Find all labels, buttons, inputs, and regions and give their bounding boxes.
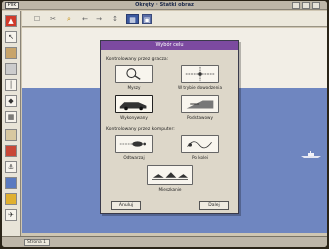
option-basic[interactable]	[181, 95, 219, 113]
status-field: Strona 1	[24, 239, 50, 246]
flag-tool-icon[interactable]	[5, 129, 17, 141]
pointer-tool-icon[interactable]: ↖	[5, 31, 17, 43]
map-tool-icon[interactable]	[5, 47, 17, 59]
tool-vertical-icon[interactable]: ↕	[110, 14, 120, 24]
tool-new-icon[interactable]: ☐	[32, 14, 42, 24]
window-title: Okręty · Statki obraz	[135, 2, 194, 8]
ramp-icon	[186, 100, 214, 109]
car-icon	[119, 102, 147, 111]
magnifier-icon	[126, 68, 141, 80]
line-tool-icon[interactable]: │	[5, 79, 17, 91]
crosshair-icon	[185, 66, 215, 82]
plane-tool-icon[interactable]: ✈	[5, 209, 17, 221]
water-tool-icon[interactable]	[5, 177, 17, 189]
window-tool-icon[interactable]	[5, 63, 17, 75]
option-basic-label: Podstawowy	[187, 115, 213, 120]
tool-cut-icon[interactable]: ✂	[48, 14, 58, 24]
left-tool-strip: ▲ ↖ │ ◆ ▦ ⚓ ✈	[2, 11, 21, 236]
sun-tool-icon[interactable]	[5, 193, 17, 205]
option-replay-label: Odtwarzaj	[123, 155, 145, 160]
option-executed-label: Wykonywany	[120, 115, 148, 120]
close-button[interactable]	[312, 2, 320, 9]
option-sequential[interactable]	[181, 135, 219, 153]
fleet-icon	[152, 172, 188, 180]
option-executed[interactable]	[115, 95, 153, 113]
option-housing[interactable]	[147, 165, 193, 185]
grid-tool-icon[interactable]: ▦	[5, 111, 17, 123]
tool-right-icon[interactable]: →	[94, 14, 104, 24]
dialog-title: Wybór celu	[101, 41, 238, 50]
target-selection-dialog: Wybór celu Kontrolowany przez gracza: My…	[100, 40, 239, 214]
cancel-button[interactable]: Anuluj	[111, 201, 141, 210]
option-housing-label: Mieszkanie	[158, 187, 182, 192]
option-replay[interactable]	[115, 135, 153, 153]
option-command-mode-label: W trybie dowodzenia	[177, 85, 223, 90]
red-tool-icon[interactable]: ▲	[5, 15, 17, 27]
tool-frame-icon[interactable]: ▣	[142, 14, 152, 24]
status-bar: Strona 1	[2, 236, 327, 247]
maximize-button[interactable]	[302, 2, 310, 9]
computer-controlled-label: Kontrolowany przez komputer:	[106, 127, 175, 132]
option-mouse-label: Myszy	[127, 85, 141, 90]
toolbar: ☐ ✂ ⌕ ← → ↕ ▦ ▣	[22, 11, 327, 27]
player-controlled-label: Kontrolowany przez gracza:	[106, 57, 169, 62]
option-command-mode[interactable]	[181, 65, 219, 83]
screen: Plik Okręty · Statki obraz ▲ ↖ │ ◆ ▦ ⚓ ✈…	[2, 1, 327, 247]
option-sequential-label: Po kolei	[191, 155, 208, 160]
option-mouse[interactable]	[115, 65, 153, 83]
tool-left-icon[interactable]: ←	[80, 14, 90, 24]
projectile-icon	[119, 141, 146, 147]
tool-search-icon[interactable]: ⌕	[64, 14, 74, 24]
ship-icon[interactable]	[300, 151, 322, 159]
title-bar: Plik Okręty · Statki obraz	[2, 1, 327, 10]
next-button[interactable]: Dalej	[199, 201, 229, 210]
target-tool-icon[interactable]	[5, 145, 17, 157]
path-icon	[187, 141, 212, 149]
minimize-button[interactable]	[292, 2, 300, 9]
ship-tool-icon[interactable]: ◆	[5, 95, 17, 107]
anchor-tool-icon[interactable]: ⚓	[5, 161, 17, 173]
tool-grid-icon[interactable]: ▦	[126, 14, 139, 24]
